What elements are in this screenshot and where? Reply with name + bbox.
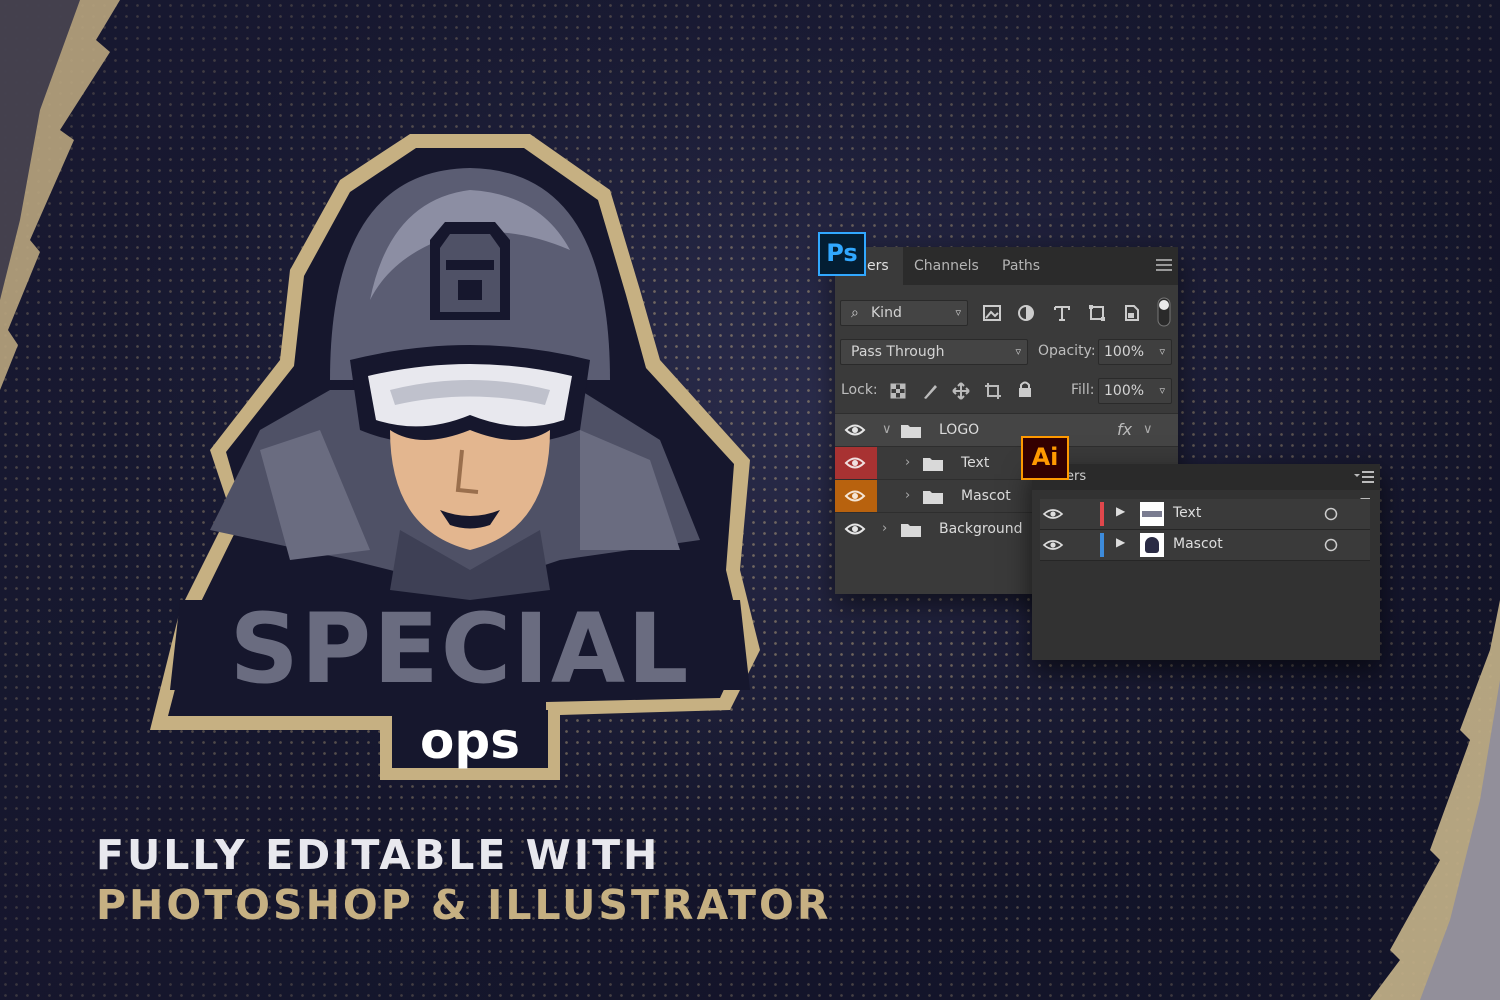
- layer-color-stripe: [1100, 533, 1104, 557]
- tab-channels[interactable]: Channels: [914, 247, 979, 285]
- tab-paths[interactable]: Paths: [1002, 247, 1040, 285]
- chevron-down-icon[interactable]: ∨: [1143, 422, 1153, 437]
- mascot-logo: SPECIAL ops: [150, 134, 760, 780]
- lock-position-icon[interactable]: [952, 382, 970, 400]
- layer-thumbnail: [1140, 502, 1164, 526]
- opacity-value: 100%: [1104, 344, 1145, 360]
- chevron-down-icon: ▿: [1159, 384, 1165, 397]
- panel-menu-icon[interactable]: [1156, 258, 1172, 272]
- ai-layer-row-mascot[interactable]: ▶ Mascot: [1040, 530, 1370, 561]
- type-layer-filter-icon[interactable]: [1053, 304, 1071, 322]
- illustrator-logo-icon: Ai: [1021, 436, 1069, 480]
- eye-visibility-icon[interactable]: [835, 414, 877, 447]
- chevron-right-icon[interactable]: ›: [882, 521, 887, 536]
- layer-color-stripe: [1100, 502, 1104, 526]
- headline-line-1: FULLY EDITABLE WITH: [96, 831, 661, 879]
- eye-visibility-icon[interactable]: [835, 447, 877, 480]
- opacity-input[interactable]: 100% ▿: [1098, 339, 1172, 365]
- filter-toggle-switch[interactable]: [1157, 297, 1171, 327]
- layer-thumbnail: [1140, 533, 1164, 557]
- fill-value: 100%: [1104, 383, 1145, 399]
- folder-icon: [923, 458, 943, 471]
- fill-label: Fill:: [1071, 382, 1095, 398]
- opacity-label: Opacity:: [1038, 343, 1096, 359]
- chevron-down-icon[interactable]: ∨: [882, 422, 892, 437]
- illustrator-layers-panel: ers ▶ Text ▶ Mascot: [1032, 464, 1380, 660]
- logo-word-special: SPECIAL: [230, 593, 691, 705]
- search-icon: ⌕: [851, 305, 859, 321]
- chevron-down-icon: ▿: [955, 306, 961, 319]
- layer-name: LOGO: [939, 422, 980, 438]
- eye-visibility-icon[interactable]: [1042, 504, 1064, 524]
- folder-icon: [901, 524, 921, 537]
- ps-tab-bar: ers Channels Paths: [835, 247, 1178, 285]
- folder-icon: [923, 491, 943, 504]
- lock-all-icon[interactable]: [1016, 380, 1034, 398]
- lock-image-pixels-icon[interactable]: [921, 382, 939, 400]
- lock-artboard-icon[interactable]: [984, 382, 1002, 400]
- filter-kind-select[interactable]: ⌕ Kind ▿: [840, 300, 968, 326]
- eye-visibility-icon[interactable]: [1042, 535, 1064, 555]
- layer-name: Mascot: [1173, 536, 1223, 552]
- layer-name: Background: [939, 521, 1023, 537]
- layer-row-logo[interactable]: ∨ LOGO fx ∨: [835, 413, 1178, 447]
- target-circle-icon[interactable]: [1324, 507, 1338, 521]
- blend-mode-select[interactable]: Pass Through ▿: [840, 339, 1028, 365]
- lock-transparent-pixels-icon[interactable]: [889, 382, 907, 400]
- chevron-right-icon[interactable]: ›: [905, 455, 910, 470]
- ai-panel-title[interactable]: ers: [1066, 469, 1086, 484]
- panel-menu-icon[interactable]: [1354, 471, 1374, 483]
- filter-kind-label: Kind: [871, 305, 902, 321]
- layer-name: Text: [1173, 505, 1202, 521]
- blend-mode-value: Pass Through: [851, 344, 945, 360]
- promo-canvas: SPECIAL ops FULLY EDITABLE WITH PHOTOSHO…: [0, 0, 1500, 1000]
- expand-triangle-icon[interactable]: ▶: [1116, 535, 1125, 549]
- photoshop-logo-icon: Ps: [818, 232, 866, 276]
- logo-word-ops: ops: [420, 712, 520, 770]
- chevron-right-icon[interactable]: ›: [905, 488, 910, 503]
- pixel-layer-filter-icon[interactable]: [983, 304, 1001, 322]
- ai-layer-row-text[interactable]: ▶ Text: [1040, 499, 1370, 530]
- eye-visibility-icon[interactable]: [835, 480, 877, 513]
- headline-line-2: PHOTOSHOP & ILLUSTRATOR: [96, 881, 832, 929]
- layer-name: Mascot: [961, 488, 1011, 504]
- fx-icon[interactable]: fx: [1117, 420, 1132, 439]
- adjustment-layer-filter-icon[interactable]: [1017, 304, 1035, 322]
- ai-panel-header: ers: [1032, 464, 1380, 490]
- chevron-down-icon: ▿: [1159, 345, 1165, 358]
- target-circle-icon[interactable]: [1324, 538, 1338, 552]
- expand-triangle-icon[interactable]: ▶: [1116, 504, 1125, 518]
- brush-stroke-left: [0, 0, 120, 390]
- lock-label: Lock:: [841, 382, 878, 398]
- chevron-down-icon: ▿: [1015, 345, 1021, 358]
- smart-object-filter-icon[interactable]: [1122, 304, 1140, 322]
- eye-visibility-icon[interactable]: [835, 513, 877, 546]
- layer-name: Text: [961, 455, 990, 471]
- fill-input[interactable]: 100% ▿: [1098, 378, 1172, 404]
- folder-icon: [901, 425, 921, 438]
- shape-layer-filter-icon[interactable]: [1088, 304, 1106, 322]
